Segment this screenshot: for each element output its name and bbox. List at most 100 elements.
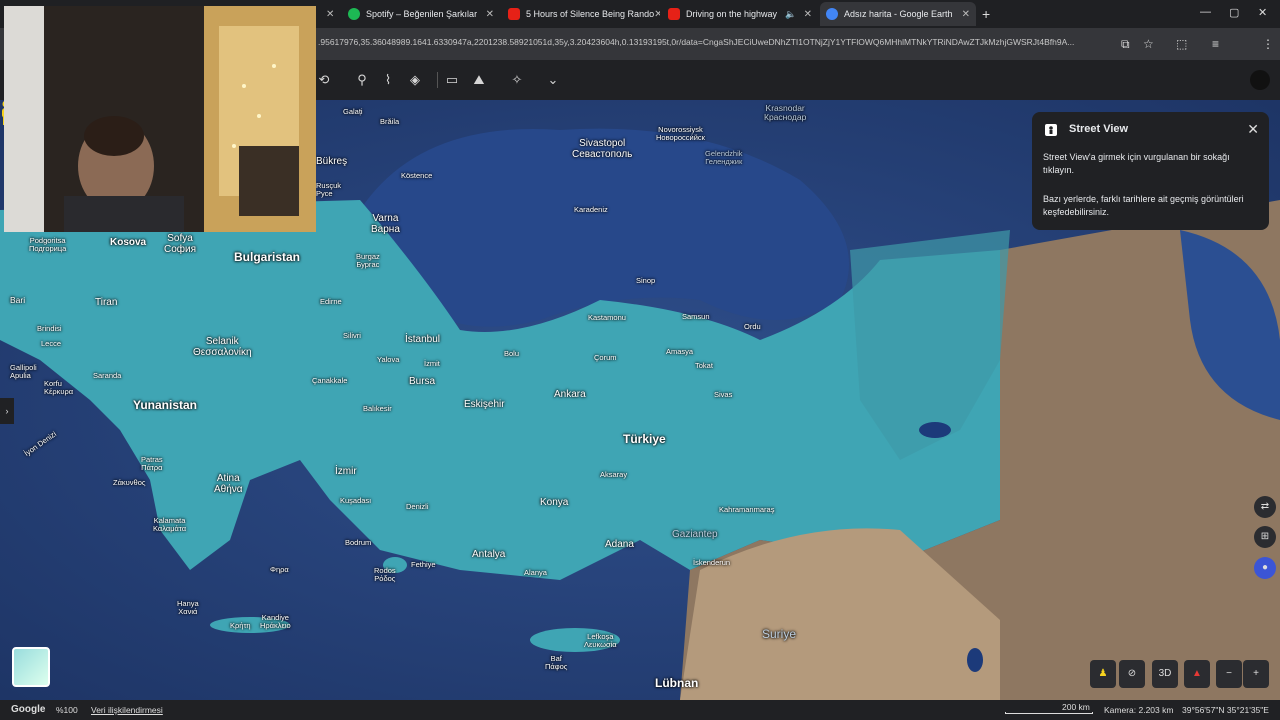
label-istanbul: İstanbul bbox=[405, 334, 441, 345]
elevation-icon[interactable]: ⛰ bbox=[471, 72, 487, 88]
spotify-icon bbox=[348, 8, 360, 20]
url-field[interactable]: .95617976,35.36048989.1641.6330947a,2201… bbox=[318, 37, 1113, 47]
label-amasya: Amasya bbox=[666, 347, 694, 356]
label-canakkale: Çanakkale bbox=[312, 376, 348, 385]
label-antalya: Antalya bbox=[472, 549, 506, 560]
label-izmir: İzmir bbox=[335, 466, 357, 477]
zoom-level: %100 bbox=[56, 705, 78, 715]
label-silivri: Silivri bbox=[343, 331, 361, 340]
label-kosova: Kosova bbox=[110, 237, 147, 248]
label-patras: Patras Πάτρα bbox=[141, 455, 163, 473]
tab-title: Adsız harita - Google Earth bbox=[844, 9, 953, 19]
extensions-icon[interactable]: ⬚ bbox=[1176, 37, 1187, 51]
label-baf: Baf Πάφος bbox=[545, 654, 568, 672]
label-izmit: İzmit bbox=[424, 359, 440, 368]
assistant-icon[interactable]: ● bbox=[1254, 557, 1276, 579]
label-samsun: Samsun bbox=[682, 312, 710, 321]
label-bursa: Bursa bbox=[409, 376, 436, 387]
street-view-history-hint: Bazı yerlerde, farklı tarihlere ait geçm… bbox=[1043, 194, 1244, 217]
tab-silence-video[interactable]: 5 Hours of Silence Being Rando ✕ bbox=[502, 2, 660, 26]
close-icon[interactable]: ✕ bbox=[1247, 121, 1259, 138]
label-ordu: Ordu bbox=[744, 322, 761, 331]
history-icon[interactable]: ⟲ bbox=[316, 72, 332, 88]
label-varna: Varna Варна bbox=[371, 213, 400, 235]
zoom-out-button[interactable]: − bbox=[1216, 660, 1242, 688]
draw-path-icon[interactable]: ⌇ bbox=[380, 72, 396, 88]
account-avatar[interactable] bbox=[1250, 70, 1270, 90]
close-icon[interactable]: ✕ bbox=[486, 9, 494, 20]
label-tokat: Tokat bbox=[695, 361, 713, 370]
compass-reset-icon[interactable]: ⊘ bbox=[1119, 660, 1145, 688]
label-bulgaristan: Bulgaristan bbox=[234, 250, 301, 264]
close-icon[interactable]: ✕ bbox=[962, 9, 970, 20]
tab-close-prev[interactable]: ✕ bbox=[320, 2, 340, 26]
label-yunanistan: Yunanistan bbox=[133, 398, 198, 412]
tab-title: Driving on the highway bbox=[686, 9, 778, 19]
add-placemark-icon[interactable]: ⚲ bbox=[354, 72, 370, 88]
youtube-icon bbox=[508, 8, 520, 20]
north-compass-icon[interactable]: ▲ bbox=[1184, 660, 1210, 688]
tab-google-earth[interactable]: Adsız harita - Google Earth ✕ bbox=[820, 2, 976, 26]
street-view-icon bbox=[1045, 124, 1057, 136]
label-ruscuk: Rusçuk Русе bbox=[316, 181, 342, 199]
label-adana: Adana bbox=[605, 539, 634, 550]
close-icon[interactable]: ✕ bbox=[326, 9, 334, 20]
close-icon[interactable]: ✕ bbox=[804, 9, 812, 20]
3d-toggle-button[interactable]: 3D bbox=[1152, 660, 1178, 688]
label-kriti: Κρήτη bbox=[230, 621, 251, 630]
zoom-in-button[interactable]: + bbox=[1243, 660, 1269, 688]
label-corum: Çorum bbox=[594, 353, 617, 362]
map-style-thumbnail[interactable] bbox=[12, 647, 50, 687]
label-konya: Konya bbox=[540, 497, 569, 508]
label-zakynthos: Ζάκυνθος bbox=[113, 478, 146, 487]
media-control-icon[interactable]: ≡ bbox=[1212, 37, 1219, 51]
label-turkiye: Türkiye bbox=[623, 432, 666, 446]
label-novorossiysk: Novorossiysk Новоросси́йск bbox=[656, 125, 705, 143]
browser-menu-icon[interactable]: ⋮ bbox=[1262, 37, 1274, 51]
label-fira: Φηρα bbox=[270, 565, 289, 574]
street-view-panel: Street View ✕ Street View'a girmek için … bbox=[1032, 112, 1269, 230]
label-burgaz: Burgaz Бургас bbox=[356, 252, 380, 270]
pegman-button[interactable]: ♟ bbox=[1090, 660, 1116, 688]
tab-highway-video[interactable]: Driving on the highway 🔈 ✕ bbox=[662, 2, 818, 26]
new-tab-icon[interactable]: + bbox=[982, 6, 990, 22]
label-ankara: Ankara bbox=[554, 389, 586, 400]
camera-altitude: Kamera: 2.203 km bbox=[1104, 705, 1174, 715]
window-close-icon[interactable]: ✕ bbox=[1258, 6, 1267, 19]
label-saranda: Saranda bbox=[93, 371, 122, 380]
label-kahramanmaras: Kahramanmaraş bbox=[719, 505, 775, 514]
label-iskenderun: İskenderun bbox=[693, 558, 731, 567]
scale-label: 200 km bbox=[1062, 702, 1090, 712]
label-kalamata: Kalamata Καλαμάτα bbox=[153, 516, 187, 534]
label-kastamonu: Kastamonu bbox=[588, 313, 626, 322]
maximize-icon[interactable]: ▢ bbox=[1229, 6, 1239, 19]
satellite-icon[interactable]: ✧ bbox=[509, 72, 525, 88]
label-suriye: Suriye bbox=[762, 627, 797, 641]
label-braila: Brăila bbox=[380, 117, 400, 126]
label-lubnan: Lübnan bbox=[655, 676, 699, 690]
tab-spotify[interactable]: Spotify – Beğenilen Şarkılar ✕ bbox=[342, 2, 500, 26]
label-alanya: Alanya bbox=[524, 568, 547, 577]
label-gaziantep: Gaziantep bbox=[672, 529, 718, 540]
bookmark-star-icon[interactable]: ☆ bbox=[1143, 37, 1154, 51]
label-fethiye: Fethiye bbox=[411, 560, 436, 569]
layers-icon[interactable]: ◈ bbox=[407, 72, 423, 88]
label-bolu: Bolu bbox=[504, 349, 520, 358]
google-earth-icon bbox=[826, 8, 838, 20]
label-kostence: Köstence bbox=[401, 171, 433, 180]
chevron-down-icon[interactable]: ⌄ bbox=[545, 72, 561, 88]
measure-icon[interactable]: ▭ bbox=[444, 72, 460, 88]
label-tiran: Tiran bbox=[95, 297, 118, 308]
install-app-icon[interactable]: ⧉ bbox=[1121, 37, 1130, 52]
translate-icon[interactable]: ⇄ bbox=[1254, 496, 1276, 518]
map-controls: ♟ ⊘ 3D ▲ − + bbox=[1090, 660, 1270, 688]
minimize-icon[interactable]: — bbox=[1200, 6, 1211, 18]
label-bukres: Bükreş bbox=[316, 156, 348, 167]
data-attribution-link[interactable]: Veri ilişkilendirmesi bbox=[91, 705, 163, 715]
label-hanya: Hanya Χανιά bbox=[177, 599, 199, 617]
label-yalova: Yalova bbox=[377, 355, 400, 364]
close-icon[interactable]: ✕ bbox=[654, 9, 660, 20]
expand-panel-icon[interactable]: › bbox=[0, 398, 14, 424]
speaker-icon[interactable]: 🔈 bbox=[785, 9, 796, 20]
apps-grid-icon[interactable]: ⊞ bbox=[1254, 526, 1276, 548]
